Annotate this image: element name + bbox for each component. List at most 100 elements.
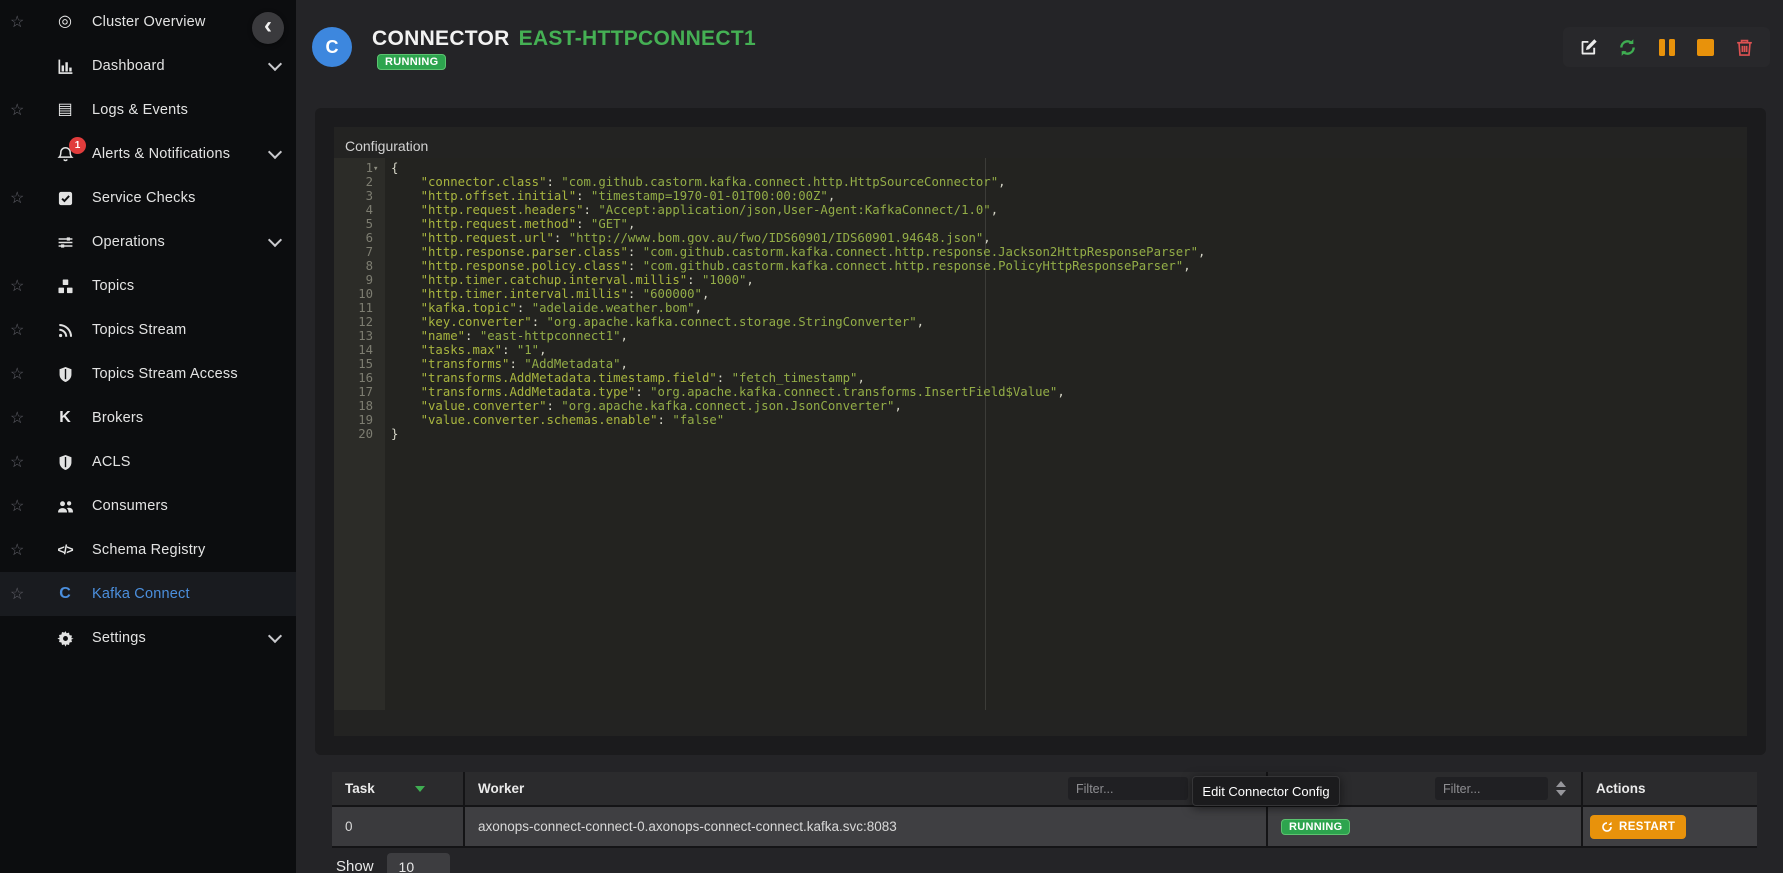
sidebar-item-settings[interactable]: Settings (0, 616, 296, 660)
chevron-down-icon (268, 233, 282, 247)
star-icon[interactable]: ☆ (10, 188, 36, 208)
star-icon[interactable]: ☆ (10, 100, 36, 120)
sidebar-item-consumers[interactable]: ☆Consumers (0, 484, 296, 528)
code-line: 7 "http.response.parser.class": "com.git… (334, 245, 1747, 259)
code-line: 14 "tasks.max": "1", (334, 343, 1747, 357)
cubes-icon (54, 277, 76, 295)
code-line: 9 "http.timer.catchup.interval.millis": … (334, 273, 1747, 287)
sidebar-item-logs-events[interactable]: ☆▤Logs & Events (0, 88, 296, 132)
code-line: 10 "http.timer.interval.millis": "600000… (334, 287, 1747, 301)
code-line: 6 "http.request.url": "http://www.bom.go… (334, 231, 1747, 245)
code-line: 3 "http.offset.initial": "timestamp=1970… (334, 189, 1747, 203)
sidebar-item-label: Kafka Connect (92, 586, 190, 602)
line-number: 16 (334, 371, 385, 385)
star-icon[interactable]: ☆ (10, 452, 36, 472)
connector-name: EAST-HTTPCONNECT1 (519, 27, 756, 50)
config-json-editor[interactable]: 1▾{2 "connector.class": "com.github.cast… (334, 158, 1747, 710)
chevron-down-icon (268, 629, 282, 643)
line-number: 20 (334, 427, 385, 441)
main-content: C CONNECTOREAST-HTTPCONNECT1 RUNNING (296, 0, 1783, 873)
line-number: 3 (334, 189, 385, 203)
fold-arrow-icon[interactable]: ▾ (373, 162, 378, 176)
worker-cell: axonops-connect-connect-0.axonops-connec… (465, 807, 1268, 848)
sort-icon[interactable] (1556, 781, 1566, 796)
star-icon[interactable]: ☆ (10, 408, 36, 428)
line-number: 14 (334, 343, 385, 357)
delete-connector-button[interactable] (1732, 34, 1758, 60)
app-window: ☆◎Cluster OverviewDashboard☆▤Logs & Even… (0, 0, 1783, 873)
code-icon: </> (54, 541, 76, 559)
restart-task-button[interactable]: RESTART (1590, 815, 1686, 839)
sidebar-item-label: ACLS (92, 454, 131, 470)
worker-column-label: Worker (478, 781, 524, 796)
bell-icon: 1 (54, 145, 76, 163)
sidebar-item-schema-registry[interactable]: ☆ </> Schema Registry (0, 528, 296, 572)
star-icon[interactable]: ☆ (10, 276, 36, 296)
code-line: 11 "kafka.topic": "adelaide.weather.bom"… (334, 301, 1747, 315)
star-icon[interactable]: ☆ (10, 496, 36, 516)
check-square-icon (54, 189, 76, 207)
sidebar-collapse-button[interactable]: ‹ (252, 12, 284, 44)
column-header-task[interactable]: Task (332, 772, 465, 807)
code-line: 18 "value.converter": "org.apache.kafka.… (334, 399, 1747, 413)
line-number: 11 (334, 301, 385, 315)
line-number: 7 (334, 245, 385, 259)
line-number: 15 (334, 357, 385, 371)
sidebar-item-brokers[interactable]: ☆KBrokers (0, 396, 296, 440)
edit-connector-button[interactable] (1576, 34, 1602, 60)
line-number: 9 (334, 273, 385, 287)
restart-icon (1601, 821, 1613, 833)
code-line: 13 "name": "east-httpconnect1", (334, 329, 1747, 343)
pause-connector-button[interactable] (1654, 34, 1680, 60)
status-filter-input[interactable] (1435, 777, 1548, 800)
sidebar-item-label: Service Checks (92, 190, 196, 206)
tasks-table: Task Worker Actions 0axonops-connect-con… (332, 772, 1757, 848)
logs-icon: ▤ (54, 101, 76, 119)
task-status-cell: RUNNING (1268, 807, 1583, 848)
task-column-label: Task (345, 781, 375, 796)
restart-connector-button[interactable] (1615, 34, 1641, 60)
line-number: 8 (334, 259, 385, 273)
code-line: 17 "transforms.AddMetadata.type": "org.a… (334, 385, 1747, 399)
worker-filter-input[interactable] (1068, 777, 1188, 800)
letter-k-icon: K (54, 409, 76, 427)
star-icon[interactable]: ☆ (10, 320, 36, 340)
sidebar-item-label: Operations (92, 234, 165, 250)
star-icon[interactable]: ☆ (10, 584, 36, 604)
line-number: 17 (334, 385, 385, 399)
sidebar-item-topics-stream[interactable]: ☆Topics Stream (0, 308, 296, 352)
sidebar-item-topics[interactable]: ☆Topics (0, 264, 296, 308)
code-line: 16 "transforms.AddMetadata.timestamp.fie… (334, 371, 1747, 385)
sidebar-item-operations[interactable]: Operations (0, 220, 296, 264)
code-line: 5 "http.request.method": "GET", (334, 217, 1747, 231)
edit-connector-tooltip: Edit Connector Config (1192, 776, 1340, 806)
shield-icon (54, 365, 76, 383)
letter-c-icon: C (54, 585, 76, 603)
trash-icon (1735, 38, 1754, 57)
sidebar-item-label: Topics Stream Access (92, 366, 238, 382)
configuration-panel: Configuration 1▾{2 "connector.class": "c… (334, 127, 1747, 736)
sidebar-item-cluster-overview[interactable]: ☆◎Cluster Overview (0, 0, 296, 44)
star-icon[interactable]: ☆ (10, 540, 36, 560)
sidebar-item-label: Cluster Overview (92, 14, 206, 30)
sidebar-item-topics-stream-access[interactable]: ☆ Topics Stream Access (0, 352, 296, 396)
sidebar-item-service-checks[interactable]: ☆ Service Checks (0, 176, 296, 220)
sidebar-item-dashboard[interactable]: Dashboard (0, 44, 296, 88)
star-icon[interactable]: ☆ (10, 364, 36, 384)
sliders-icon (54, 233, 76, 251)
sidebar-item-label: Schema Registry (92, 542, 205, 558)
code-line: 12 "key.converter": "org.apache.kafka.co… (334, 315, 1747, 329)
configuration-card: Configuration 1▾{2 "connector.class": "c… (315, 108, 1766, 755)
star-icon[interactable]: ☆ (10, 12, 36, 32)
pause-icon (1659, 39, 1675, 56)
sidebar-item-kafka-connect[interactable]: ☆ C Kafka Connect (0, 572, 296, 616)
stop-connector-button[interactable] (1693, 34, 1719, 60)
page-size-input[interactable] (387, 853, 450, 873)
sidebar-item-alerts-notifications[interactable]: 1 Alerts & Notifications (0, 132, 296, 176)
refresh-icon (1618, 38, 1637, 57)
sidebar-item-label: Alerts & Notifications (92, 146, 230, 162)
task-id-cell: 0 (332, 807, 465, 848)
sidebar-item-acls[interactable]: ☆ ACLS (0, 440, 296, 484)
task-row: 0axonops-connect-connect-0.axonops-conne… (332, 807, 1757, 848)
column-header-worker[interactable]: Worker (465, 772, 1268, 807)
